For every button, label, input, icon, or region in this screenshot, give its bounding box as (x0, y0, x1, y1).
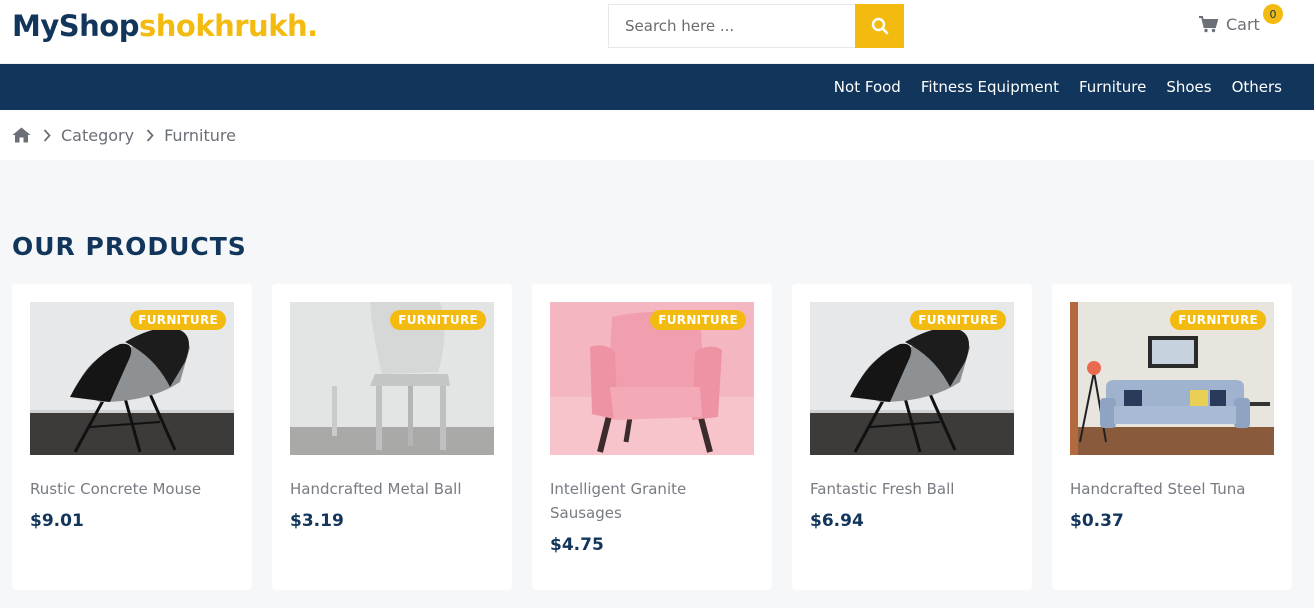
product-name[interactable]: Handcrafted Metal Ball (290, 477, 494, 501)
product-image-white-chair: FURNITURE (290, 302, 494, 455)
search-icon (871, 17, 888, 35)
category-nav: Not Food Fitness Equipment Furniture Sho… (0, 64, 1314, 110)
site-header: MyShopshokhrukh. Cart 0 (0, 0, 1314, 64)
product-image-pink-armchair: FURNITURE (550, 302, 754, 455)
product-card[interactable]: FURNITURE Fantastic Fresh Ball $6.94 (792, 284, 1032, 590)
product-grid: FURNITURE Rustic Concrete Mouse $9.01 FU… (12, 284, 1292, 590)
product-image-black-chair: FURNITURE (30, 302, 234, 455)
chevron-right-icon (43, 128, 51, 142)
category-badge: FURNITURE (910, 310, 1006, 330)
site-logo[interactable]: MyShopshokhrukh. (12, 9, 318, 43)
product-price: $6.94 (810, 511, 864, 531)
category-badge: FURNITURE (390, 310, 486, 330)
category-badge: FURNITURE (130, 310, 226, 330)
nav-item-not-food[interactable]: Not Food (834, 78, 901, 96)
cart-icon (1199, 16, 1218, 33)
logo-primary-text: MyShop (12, 9, 139, 43)
cart-count-badge: 0 (1263, 4, 1283, 24)
product-card[interactable]: FURNITURE Handcrafted Steel Tuna $0.37 (1052, 284, 1292, 590)
nav-item-fitness-equipment[interactable]: Fitness Equipment (921, 78, 1059, 96)
nav-item-shoes[interactable]: Shoes (1166, 78, 1211, 96)
section-title: OUR PRODUCTS (12, 232, 247, 261)
search-input[interactable] (608, 4, 855, 48)
breadcrumb: Category Furniture (0, 110, 1314, 160)
product-price: $4.75 (550, 535, 604, 555)
product-price: $0.37 (1070, 511, 1124, 531)
product-card[interactable]: FURNITURE Handcrafted Metal Ball $3.19 (272, 284, 512, 590)
nav-item-furniture[interactable]: Furniture (1079, 78, 1146, 96)
cart-button[interactable]: Cart 0 (1199, 4, 1283, 34)
product-price: $3.19 (290, 511, 344, 531)
product-image-blue-sofa: FURNITURE (1070, 302, 1274, 455)
breadcrumb-furniture: Furniture (164, 125, 236, 145)
cart-label: Cart (1226, 15, 1260, 34)
product-card[interactable]: FURNITURE Rustic Concrete Mouse $9.01 (12, 284, 252, 590)
home-icon[interactable] (12, 127, 31, 143)
breadcrumb-category[interactable]: Category (61, 126, 134, 145)
logo-secondary-text: shokhrukh. (138, 9, 318, 43)
category-badge: FURNITURE (650, 310, 746, 330)
product-name[interactable]: Fantastic Fresh Ball (810, 477, 1014, 501)
chevron-right-icon (146, 128, 154, 142)
search-button[interactable] (855, 4, 904, 48)
product-name[interactable]: Rustic Concrete Mouse (30, 477, 234, 501)
product-price: $9.01 (30, 511, 84, 531)
product-name[interactable]: Handcrafted Steel Tuna (1070, 477, 1274, 501)
search-bar (608, 4, 904, 48)
product-name[interactable]: Intelligent Granite Sausages (550, 477, 754, 525)
product-image-black-chair: FURNITURE (810, 302, 1014, 455)
nav-item-others[interactable]: Others (1232, 78, 1282, 96)
category-badge: FURNITURE (1170, 310, 1266, 330)
product-card[interactable]: FURNITURE Intelligent Granite Sausages $… (532, 284, 772, 590)
